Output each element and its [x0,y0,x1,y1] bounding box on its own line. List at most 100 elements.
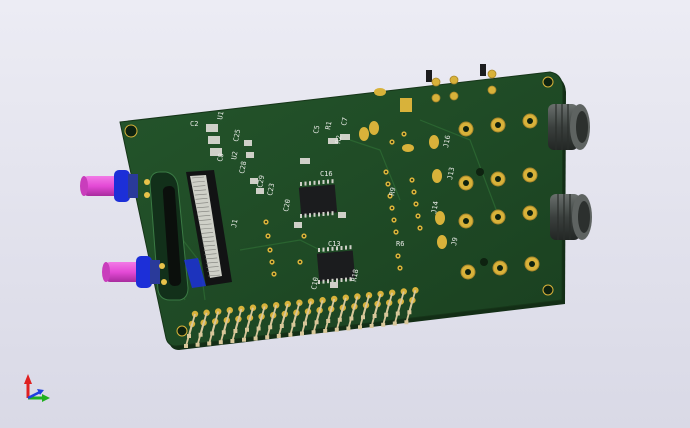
header-pin-tip [233,329,238,333]
mounting-hole [176,325,188,337]
via-hole [271,261,273,263]
silk-r2: R2 [334,135,343,145]
header-pin-tip [326,319,331,323]
header-pin-tip [230,339,235,343]
silk-r6: R6 [396,240,404,248]
header-pin-tip [242,337,246,342]
silk-u2: U2 [230,151,239,161]
ic-pin [322,212,325,216]
silk-c7: C7 [340,117,349,127]
header-pin-tip [265,335,270,340]
via-hole [299,261,301,263]
ic-pin [322,279,325,284]
ic-pin [309,181,311,186]
via-hole [413,191,415,193]
header-pin-tip [187,334,191,338]
via-hole [419,227,421,229]
header-pin-tip [395,311,400,316]
header-pin-tip [198,332,203,337]
header-pin-tip [245,327,249,332]
header-pin-tip [221,330,226,335]
ic-pin [313,180,316,185]
ic-pin [331,179,334,184]
header-pin-tip [207,341,212,346]
ic-pin [349,245,352,250]
header-pin-tip [337,317,342,322]
silk-c2: C2 [190,120,198,128]
header-pin-tip [303,321,307,326]
silk-u1: U1 [216,111,225,121]
ic-pin [318,180,320,185]
ic-pin [336,278,338,283]
via-hole [395,231,397,233]
via-hole [411,179,413,181]
via-hole [391,141,393,143]
via-hole [265,221,267,223]
silk-r9: R9 [388,187,397,197]
ic-pin [322,180,325,184]
header-pin-tip [384,312,389,317]
ic-pin [322,247,325,252]
header-pin-tip [358,325,362,330]
header-pin-tip [195,342,200,347]
ic-pin [327,279,329,284]
header-pin-tip [369,324,374,328]
via-hole [273,273,275,275]
ic-pin [304,213,307,218]
via-hole [399,267,401,269]
header-pin-tip [253,336,258,341]
header-pin-tip [314,320,319,325]
via-hole [267,235,269,237]
header-pin-tip [291,322,296,327]
via-hole [387,183,389,185]
silk-c13: C13 [328,240,341,248]
audio-jack-bottom[interactable] [550,194,592,240]
via-hole [415,203,417,205]
silk-j1: J1 [230,219,239,229]
header-pin-tip [311,330,316,335]
via-hole [385,171,387,173]
header-pin-tip [381,322,386,327]
ic-pin [318,212,320,217]
ic-pin [304,181,307,186]
header-pin-tip [361,315,365,320]
ic-pin [327,179,329,184]
via-hole [393,219,395,221]
header-pin-tip [210,331,215,336]
via-hole [391,207,393,209]
silk-c16: C16 [320,170,333,178]
header-pin-tip [346,326,351,331]
ic-pin [318,248,320,252]
ic-pin [309,213,311,218]
via-hole [417,215,419,217]
header-pin-tip [349,316,354,321]
ic-pin [345,277,347,282]
silk-c5: C5 [312,125,321,135]
header-pin-tip [256,326,261,331]
ic-pin [300,182,302,186]
ic-pin [340,278,343,282]
header-pin-tip [323,329,328,333]
ic-pin [331,211,334,216]
via-hole [403,133,405,135]
mounting-hole [124,124,138,138]
via-hole [397,255,399,257]
ic-pin [331,278,334,283]
3d-viewport[interactable]: C2 U1 C8 C25 U2 C28 C29 C23 C5 R1 C7 R2 … [0,0,690,428]
ic-pin [300,214,302,218]
header-pin-tip [276,334,281,338]
audio-jack-top[interactable] [548,104,590,150]
header-pin-tip [268,325,273,330]
via-hole [303,235,305,237]
header-pin-tip [392,321,397,326]
header-pin-tip [334,327,339,332]
pcb-3d-render[interactable]: C2 U1 C8 C25 U2 C28 C29 C23 C5 R1 C7 R2 … [0,0,690,428]
header-pin-tip [407,310,412,315]
mounting-hole [542,76,554,88]
mounting-hole [542,284,554,296]
sma-connector-bottom[interactable] [102,256,167,288]
ic-pin [340,246,343,250]
header-pin-tip [288,332,293,337]
header-pin-tip [184,344,188,348]
silk-r1: R1 [324,121,333,131]
